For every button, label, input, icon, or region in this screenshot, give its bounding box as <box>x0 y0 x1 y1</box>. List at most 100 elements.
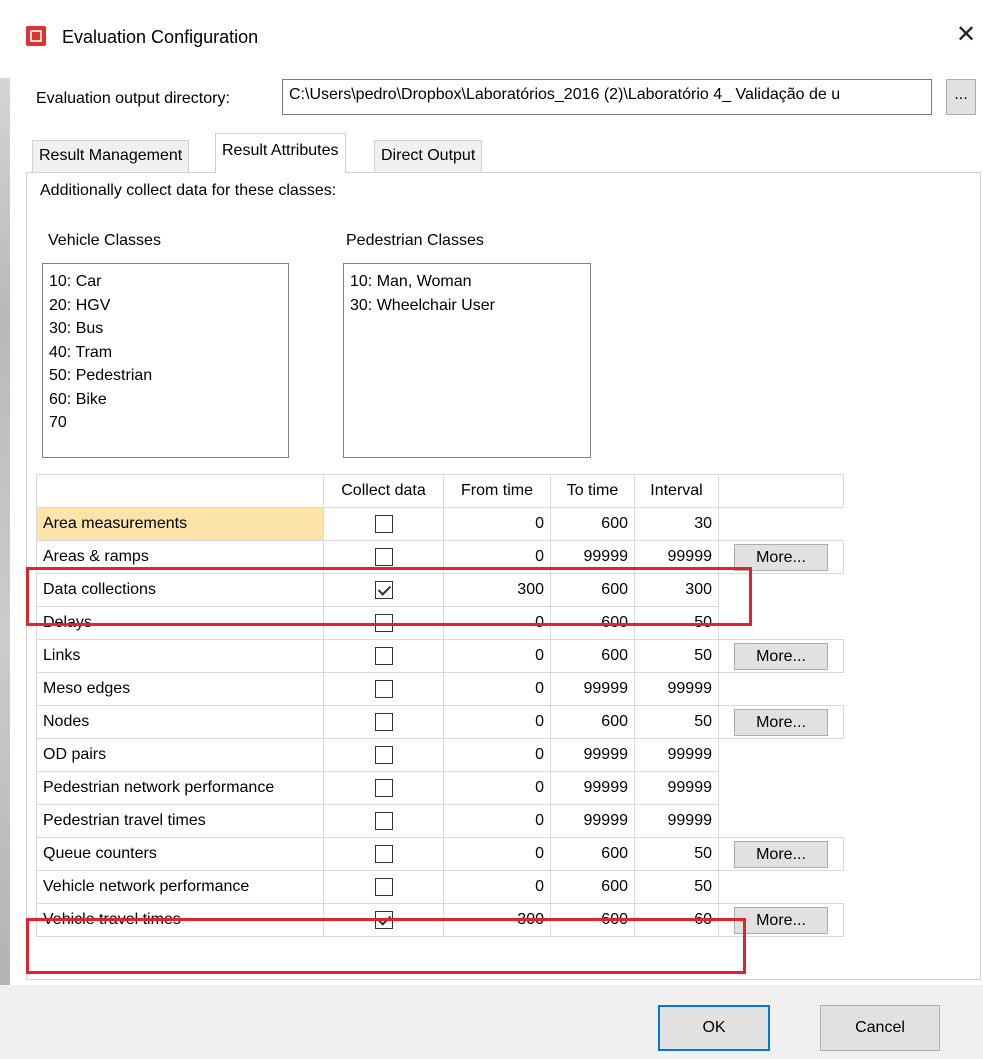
from-time-cell[interactable]: 0 <box>443 771 551 805</box>
interval-cell[interactable]: 50 <box>634 705 719 739</box>
interval-cell[interactable]: 50 <box>634 639 719 673</box>
list-item[interactable]: 60: Bike <box>49 388 282 412</box>
to-time-cell[interactable]: 600 <box>550 507 635 541</box>
collect-data-checkbox[interactable] <box>374 877 393 896</box>
row-name-cell[interactable]: Pedestrian network performance <box>36 771 324 805</box>
from-time-cell[interactable]: 0 <box>443 870 551 904</box>
list-item[interactable]: 10: Car <box>49 270 282 294</box>
more-button[interactable]: More... <box>734 543 828 571</box>
row-name-cell[interactable]: OD pairs <box>36 738 324 772</box>
output-directory-field[interactable]: C:\Users\pedro\Dropbox\Laboratórios_2016… <box>282 79 932 115</box>
table-row[interactable]: Data collections 300 600 300 <box>36 573 844 607</box>
tab-result-management[interactable]: Result Management <box>32 140 190 172</box>
interval-cell[interactable]: 60 <box>634 903 719 937</box>
interval-cell[interactable]: 99999 <box>634 771 719 805</box>
table-row[interactable]: Area measurements 0 600 30 <box>36 507 844 541</box>
table-row[interactable]: Areas & ramps 0 99999 99999 More... <box>36 540 844 574</box>
interval-cell[interactable]: 99999 <box>634 540 719 574</box>
from-time-cell[interactable]: 0 <box>443 507 551 541</box>
list-item[interactable]: 40: Tram <box>49 341 282 365</box>
row-name-cell[interactable]: Pedestrian travel times <box>36 804 324 838</box>
table-row[interactable]: Vehicle network performance 0 600 50 <box>36 870 844 904</box>
pedestrian-classes-list[interactable]: 10: Man, Woman 30: Wheelchair User <box>343 263 591 458</box>
row-name-cell[interactable]: Vehicle network performance <box>36 870 324 904</box>
interval-cell[interactable]: 50 <box>634 606 719 640</box>
from-time-cell[interactable]: 0 <box>443 606 551 640</box>
tab-result-attributes[interactable]: Result Attributes <box>215 133 346 173</box>
from-time-cell[interactable]: 300 <box>443 573 551 607</box>
more-button[interactable]: More... <box>734 708 828 736</box>
table-row[interactable]: OD pairs 0 99999 99999 <box>36 738 844 772</box>
collect-data-checkbox[interactable] <box>374 679 393 698</box>
list-item[interactable]: 30: Bus <box>49 317 282 341</box>
from-time-cell[interactable]: 0 <box>443 705 551 739</box>
from-time-cell[interactable]: 300 <box>443 903 551 937</box>
interval-cell[interactable]: 99999 <box>634 804 719 838</box>
interval-cell[interactable]: 50 <box>634 837 719 871</box>
to-time-cell[interactable]: 99999 <box>550 771 635 805</box>
row-name-cell[interactable]: Delays <box>36 606 324 640</box>
collect-data-checkbox[interactable] <box>374 844 393 863</box>
collect-data-checkbox[interactable] <box>374 712 393 731</box>
interval-cell[interactable]: 300 <box>634 573 719 607</box>
to-time-cell[interactable]: 600 <box>550 705 635 739</box>
table-row[interactable]: Nodes 0 600 50 More... <box>36 705 844 739</box>
cancel-button[interactable]: Cancel <box>820 1005 940 1051</box>
to-time-cell[interactable]: 600 <box>550 573 635 607</box>
list-item[interactable]: 10: Man, Woman <box>350 270 584 294</box>
from-time-cell[interactable]: 0 <box>443 837 551 871</box>
collect-data-checkbox[interactable] <box>374 778 393 797</box>
from-time-cell[interactable]: 0 <box>443 672 551 706</box>
more-button[interactable]: More... <box>734 840 828 868</box>
list-item[interactable]: 50: Pedestrian <box>49 364 282 388</box>
table-row[interactable]: Pedestrian travel times 0 99999 99999 <box>36 804 844 838</box>
from-time-cell[interactable]: 0 <box>443 639 551 673</box>
collect-data-checkbox[interactable] <box>374 646 393 665</box>
to-time-cell[interactable]: 99999 <box>550 804 635 838</box>
list-item[interactable]: 30: Wheelchair User <box>350 294 584 318</box>
interval-cell[interactable]: 99999 <box>634 672 719 706</box>
to-time-cell[interactable]: 600 <box>550 870 635 904</box>
row-name-cell[interactable]: Nodes <box>36 705 324 739</box>
row-name-cell[interactable]: Data collections <box>36 573 324 607</box>
from-time-cell[interactable]: 0 <box>443 738 551 772</box>
list-item[interactable]: 20: HGV <box>49 294 282 318</box>
more-button[interactable]: More... <box>734 906 828 934</box>
close-icon[interactable]: ✕ <box>951 20 981 50</box>
interval-cell[interactable]: 99999 <box>634 738 719 772</box>
to-time-cell[interactable]: 600 <box>550 903 635 937</box>
browse-button[interactable]: ... <box>946 79 976 115</box>
to-time-cell[interactable]: 600 <box>550 837 635 871</box>
row-name-cell[interactable]: Vehicle travel times <box>36 903 324 937</box>
table-row[interactable]: Pedestrian network performance 0 99999 9999… <box>36 771 844 805</box>
to-time-cell[interactable]: 99999 <box>550 672 635 706</box>
table-row[interactable]: Meso edges 0 99999 99999 <box>36 672 844 706</box>
table-row[interactable]: Vehicle travel times 300 600 60 More... <box>36 903 844 937</box>
from-time-cell[interactable]: 0 <box>443 540 551 574</box>
collect-data-checkbox[interactable] <box>374 613 393 632</box>
list-item[interactable]: 70 <box>49 411 282 435</box>
more-button[interactable]: More... <box>734 642 828 670</box>
tab-direct-output[interactable]: Direct Output <box>374 140 483 172</box>
row-name-cell[interactable]: Areas & ramps <box>36 540 324 574</box>
interval-cell[interactable]: 30 <box>634 507 719 541</box>
ok-button[interactable]: OK <box>658 1005 770 1051</box>
interval-cell[interactable]: 50 <box>634 870 719 904</box>
table-row[interactable]: Queue counters 0 600 50 More... <box>36 837 844 871</box>
table-row[interactable]: Delays 0 600 50 <box>36 606 844 640</box>
collect-data-checkbox[interactable] <box>374 910 393 929</box>
collect-data-checkbox[interactable] <box>374 811 393 830</box>
row-name-cell[interactable]: Area measurements <box>36 507 324 541</box>
row-name-cell[interactable]: Queue counters <box>36 837 324 871</box>
to-time-cell[interactable]: 600 <box>550 606 635 640</box>
row-name-cell[interactable]: Meso edges <box>36 672 324 706</box>
collect-data-checkbox[interactable] <box>374 514 393 533</box>
vehicle-classes-list[interactable]: 10: Car 20: HGV 30: Bus 40: Tram 50: Ped… <box>42 263 289 458</box>
from-time-cell[interactable]: 0 <box>443 804 551 838</box>
collect-data-checkbox[interactable] <box>374 745 393 764</box>
collect-data-checkbox[interactable] <box>374 580 393 599</box>
to-time-cell[interactable]: 99999 <box>550 540 635 574</box>
to-time-cell[interactable]: 99999 <box>550 738 635 772</box>
row-name-cell[interactable]: Links <box>36 639 324 673</box>
table-row[interactable]: Links 0 600 50 More... <box>36 639 844 673</box>
